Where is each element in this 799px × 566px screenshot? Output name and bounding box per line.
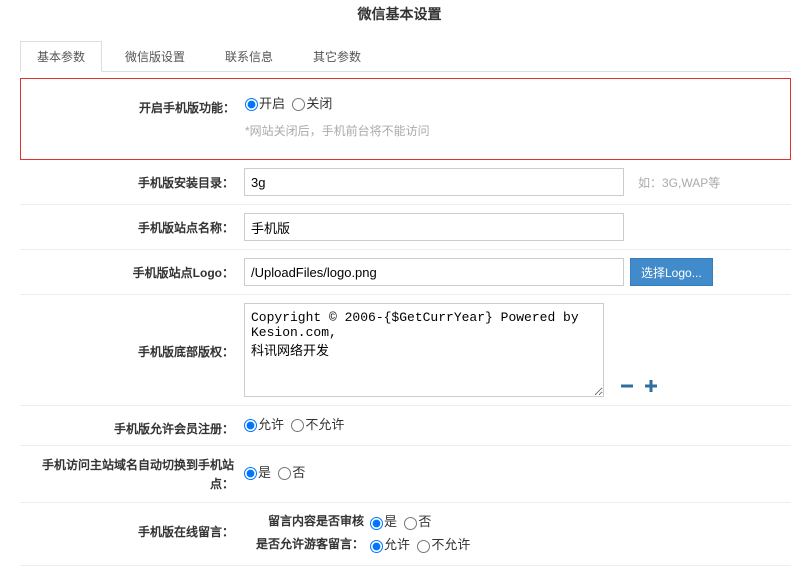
site-name-input[interactable]: [244, 213, 624, 241]
guestbook-guest-yes-label: 允许: [384, 537, 410, 552]
mobile-feature-off-label: 关闭: [306, 96, 332, 111]
tab-contact[interactable]: 联系信息: [208, 41, 290, 72]
auto-switch-yes-radio[interactable]: [244, 467, 257, 480]
mobile-feature-on-label: 开启: [259, 96, 285, 111]
guestbook-audit-yes-label: 是: [384, 514, 397, 529]
mobile-feature-off-radio[interactable]: [292, 98, 305, 111]
tab-other[interactable]: 其它参数: [296, 41, 378, 72]
guestbook-audit-label: 留言内容是否审核: [244, 512, 370, 529]
minus-icon[interactable]: [618, 377, 636, 395]
auto-switch-no-radio[interactable]: [278, 467, 291, 480]
footer-copy-label: 手机版底部版权：: [20, 303, 244, 360]
mobile-feature-highlight: 开启手机版功能： 开启 关闭 *网站关闭后，手机前台将不能访问: [20, 78, 791, 160]
allow-reg-yes-label: 允许: [258, 417, 284, 432]
plus-icon[interactable]: [642, 377, 660, 395]
allow-reg-no-radio[interactable]: [291, 419, 304, 432]
guestbook-audit-no-label: 否: [418, 514, 431, 529]
guestbook-guest-yes-radio[interactable]: [370, 540, 383, 553]
guestbook-audit-yes-radio[interactable]: [370, 517, 383, 530]
choose-logo-button[interactable]: 选择Logo...: [630, 258, 713, 286]
tab-wechat[interactable]: 微信版设置: [108, 41, 202, 72]
guestbook-guest-no-radio[interactable]: [417, 540, 430, 553]
install-dir-input[interactable]: [244, 168, 624, 196]
mobile-feature-on-radio[interactable]: [245, 98, 258, 111]
install-dir-label: 手机版安装目录：: [20, 168, 244, 191]
auto-switch-no-label: 否: [292, 465, 305, 480]
tab-basic[interactable]: 基本参数: [20, 41, 102, 72]
mobile-feature-radio-group: 开启 关闭: [245, 93, 336, 112]
page-title: 微信基本设置: [0, 0, 799, 34]
site-name-label: 手机版站点名称：: [20, 213, 244, 236]
auto-switch-label: 手机访问主站域名自动切换到手机站点：: [20, 454, 244, 494]
install-dir-hint: 如：3G,WAP等: [638, 174, 720, 191]
site-logo-label: 手机版站点Logo：: [20, 258, 244, 281]
auto-switch-yes-label: 是: [258, 465, 271, 480]
allow-reg-no-label: 不允许: [305, 417, 344, 432]
tabs: 基本参数 微信版设置 联系信息 其它参数: [20, 34, 791, 72]
allow-reg-yes-radio[interactable]: [244, 419, 257, 432]
mobile-feature-hint: *网站关闭后，手机前台将不能访问: [245, 122, 790, 139]
site-logo-input[interactable]: [244, 258, 624, 286]
guestbook-label: 手机版在线留言：: [20, 511, 244, 540]
mobile-feature-label: 开启手机版功能：: [21, 93, 245, 116]
guestbook-guest-no-label: 不允许: [431, 537, 470, 552]
allow-reg-label: 手机版允许会员注册：: [20, 414, 244, 437]
guestbook-audit-no-radio[interactable]: [404, 517, 417, 530]
footer-copy-textarea[interactable]: [244, 303, 604, 397]
